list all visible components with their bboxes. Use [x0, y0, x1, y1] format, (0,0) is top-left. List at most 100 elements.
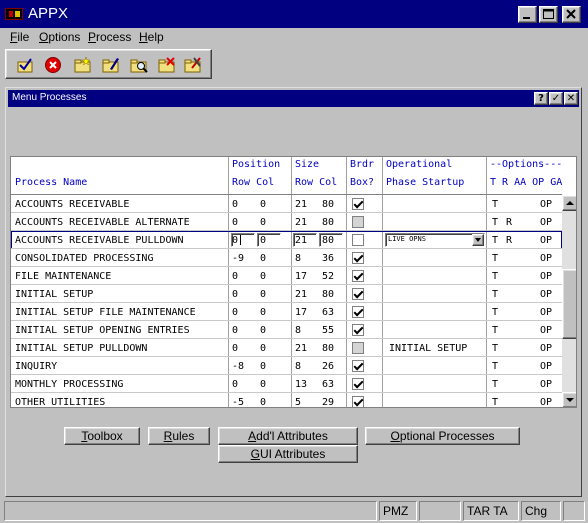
rules-button[interactable]: Rules — [148, 427, 210, 445]
menu-file[interactable]: File — [10, 30, 29, 44]
edit-folder-icon[interactable] — [102, 56, 120, 74]
scrollbar-thumb[interactable] — [562, 269, 576, 339]
help-icon: ? — [538, 93, 544, 104]
arrow-down-icon — [566, 398, 574, 402]
table-row[interactable]: INITIAL SETUP FILE MAINTENANCE 0 0 17 63 T OP — [11, 303, 562, 321]
table-row[interactable]: MONTHLY PROCESSING 0 0 13 63 T OP — [11, 375, 562, 393]
scroll-down-button[interactable] — [562, 392, 576, 407]
size-row-cell: 5 — [295, 397, 302, 408]
border-box-checkbox[interactable] — [352, 306, 364, 318]
header-size-rowcol: Row Col — [295, 177, 338, 188]
border-box-checkbox[interactable] — [352, 198, 364, 210]
table-row[interactable]: INITIAL SETUP OPENING ENTRIES 0 0 8 55 T OP — [11, 321, 562, 339]
table-row[interactable]: ACCOUNTS RECEIVABLE PULLDOWN 0 0 21 80 LIVE O… — [11, 231, 562, 249]
border-box-checkbox[interactable] — [352, 342, 364, 354]
table-row[interactable]: ACCOUNTS RECEIVABLE ALTERNATE 0 0 21 80 T R OP — [11, 213, 562, 231]
phase-startup-cell: INITIAL SETUP — [389, 343, 468, 354]
size-col-cell: 80 — [322, 343, 335, 354]
child-close-button[interactable]: ✕ — [564, 92, 578, 105]
table-row[interactable]: CONSOLIDATED PROCESSING -9 0 8 36 T OP — [11, 249, 562, 267]
position-col-cell: 0 — [260, 235, 267, 246]
position-row-cell: 0 — [232, 343, 239, 354]
toolbox-button[interactable]: Toolbox — [64, 427, 140, 445]
position-row-cell: 0 — [232, 217, 239, 228]
size-row-cell: 8 — [295, 325, 302, 336]
process-name-cell: INITIAL SETUP FILE MAINTENANCE — [15, 307, 196, 318]
border-box-checkbox[interactable] — [352, 216, 364, 228]
size-row-cell: 21 — [295, 343, 308, 354]
menu-options[interactable]: Options — [39, 30, 80, 44]
header-brdr: Brdr — [350, 159, 375, 170]
border-box-checkbox[interactable] — [352, 252, 364, 264]
position-row-cell: 0 — [232, 307, 239, 318]
phase-startup-select[interactable]: LIVE OPNS — [385, 233, 485, 247]
close-button[interactable] — [562, 6, 581, 23]
option-t-cell: T — [492, 235, 499, 246]
table-row[interactable]: INITIAL SETUP 0 0 21 80 T OP — [11, 285, 562, 303]
gui-attributes-button[interactable]: GUI Attributes — [218, 445, 358, 463]
menu-processes-window: Menu Processes ? ✓ ✕ Process Name Positi… — [5, 87, 582, 497]
border-box-checkbox[interactable] — [352, 360, 364, 372]
border-box-checkbox[interactable] — [352, 378, 364, 390]
border-box-checkbox[interactable] — [352, 270, 364, 282]
menu-help[interactable]: Help — [139, 30, 164, 44]
option-op-cell: OP — [540, 235, 553, 246]
border-box-checkbox[interactable] — [352, 324, 364, 336]
delete-folder-icon[interactable] — [158, 56, 176, 74]
title-bar: APPX — [0, 0, 588, 28]
position-row-cell: 0 — [232, 379, 239, 390]
help-button[interactable]: ? — [534, 92, 548, 105]
position-col-cell: 0 — [260, 217, 267, 228]
header-size: Size — [295, 159, 320, 170]
table-row[interactable]: INQUIRY -8 0 8 26 T OP — [11, 357, 562, 375]
size-col-cell: 36 — [322, 253, 335, 264]
status-panel-pmz: PMZ — [379, 501, 417, 521]
table-row[interactable]: ACCOUNTS RECEIVABLE 0 0 21 80 T OP — [11, 195, 562, 213]
arrow-up-icon — [566, 201, 574, 205]
maximize-button[interactable] — [539, 6, 558, 23]
header-box: Box? — [350, 177, 375, 188]
size-col-cell: 80 — [322, 199, 335, 210]
menu-process[interactable]: Process — [88, 30, 131, 44]
table-row[interactable]: INITIAL SETUP PULLDOWN 0 0 21 80 INITIAL SETU… — [11, 339, 562, 357]
process-name-cell: CONSOLIDATED PROCESSING — [15, 253, 154, 264]
ok-button[interactable]: ✓ — [549, 92, 563, 105]
table-row[interactable]: FILE MAINTENANCE 0 0 17 52 T OP — [11, 267, 562, 285]
size-row-cell: 21 — [295, 289, 308, 300]
option-op-cell: OP — [540, 343, 553, 354]
status-panel-tar: TAR TA — [463, 501, 519, 521]
border-box-checkbox[interactable] — [352, 234, 364, 246]
position-col-cell: 0 — [260, 199, 267, 210]
new-folder-icon[interactable] — [74, 56, 92, 74]
process-name-cell: FILE MAINTENANCE — [15, 271, 112, 282]
option-op-cell: OP — [540, 361, 553, 372]
process-name-cell: INITIAL SETUP PULLDOWN — [15, 343, 148, 354]
header-options-columns: T R AA OP GA — [490, 177, 563, 188]
option-op-cell: OP — [540, 217, 553, 228]
check-folder-icon[interactable] — [16, 56, 34, 74]
addl-attributes-button[interactable]: Add'l Attributes — [218, 427, 358, 445]
size-col-cell: 63 — [322, 379, 335, 390]
menu-bar: File Options Process Help — [0, 28, 588, 46]
tools-folder-icon[interactable] — [184, 56, 202, 74]
position-row-cell: -8 — [232, 361, 245, 372]
optional-processes-button[interactable]: Optional Processes — [365, 427, 520, 445]
option-r-cell: R — [506, 217, 513, 228]
process-name-cell: MONTHLY PROCESSING — [15, 379, 124, 390]
border-box-checkbox[interactable] — [352, 288, 364, 300]
vertical-scrollbar[interactable] — [562, 195, 576, 407]
child-title-bar: Menu Processes ? ✓ ✕ — [8, 90, 579, 107]
find-folder-icon[interactable] — [130, 56, 148, 74]
option-op-cell: OP — [540, 307, 553, 318]
dropdown-button[interactable] — [472, 234, 484, 246]
scroll-up-button[interactable] — [562, 195, 576, 211]
child-window-title: Menu Processes — [12, 92, 87, 103]
status-panel-main — [4, 501, 377, 521]
option-t-cell: T — [492, 253, 499, 264]
table-row[interactable]: OTHER UTILITIES -5 0 5 29 T OP — [11, 393, 562, 408]
border-box-checkbox[interactable] — [352, 396, 364, 407]
minimize-button[interactable] — [518, 6, 537, 23]
option-t-cell: T — [492, 289, 499, 300]
size-col-cell: 29 — [322, 397, 335, 408]
stop-icon[interactable] — [44, 56, 62, 74]
